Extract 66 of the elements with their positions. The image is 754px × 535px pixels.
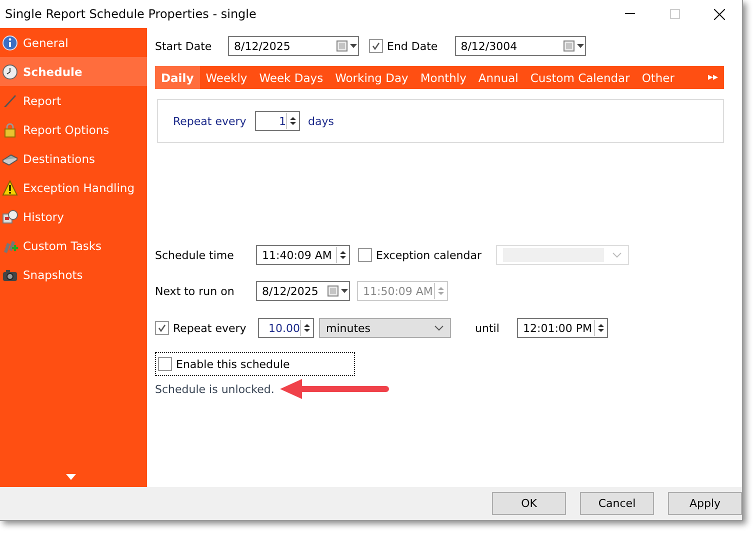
- enable-schedule-checkbox[interactable]: Enable this schedule: [155, 352, 355, 376]
- spinner-arrows-icon[interactable]: [286, 113, 299, 129]
- sidebar-item[interactable]: Report: [0, 86, 147, 115]
- scroll-down-icon[interactable]: [66, 474, 76, 480]
- sidebar-item[interactable]: Exception Handling: [0, 173, 147, 202]
- calendar-dropdown-icon[interactable]: [327, 285, 349, 297]
- checkbox[interactable]: [369, 39, 383, 53]
- spinner-arrows-icon[interactable]: [594, 320, 607, 336]
- repeat-every-label: Repeat every: [173, 114, 248, 128]
- sidebar-item[interactable]: Report Options: [0, 115, 147, 144]
- repeat-interval-spinner[interactable]: 10.00: [258, 318, 314, 338]
- chevron-down-icon[interactable]: [434, 325, 444, 331]
- close-icon[interactable]: [714, 8, 725, 20]
- checkbox[interactable]: [155, 321, 169, 335]
- until-time-spinner[interactable]: 12:01:00 PM: [517, 318, 608, 338]
- calendar-dropdown-icon[interactable]: [562, 40, 585, 52]
- interval-unit-dropdown[interactable]: minutes: [319, 318, 451, 338]
- window-title: Single Report Schedule Properties - single: [5, 7, 258, 21]
- schedule-time-spinner[interactable]: 11:40:09 AM: [256, 245, 350, 265]
- sidebar-item[interactable]: Snapshots: [0, 260, 147, 289]
- schedule-time-label: Schedule time: [155, 248, 235, 262]
- status-text: Schedule is unlocked.: [155, 383, 274, 396]
- checkbox[interactable]: [158, 357, 172, 371]
- dialog-button[interactable]: Cancel: [580, 492, 654, 515]
- start-date-field[interactable]: 8/12/2025: [228, 36, 359, 56]
- tab[interactable]: Daily: [155, 66, 200, 89]
- warning-icon: [2, 180, 18, 196]
- more-tabs-button[interactable]: ▸▸: [708, 66, 724, 89]
- tab[interactable]: Week Days: [253, 66, 330, 89]
- sidebar-item[interactable]: Custom Tasks: [0, 231, 147, 260]
- repeat-every-label: Repeat every: [173, 322, 248, 334]
- end-date-label: End Date: [387, 40, 438, 52]
- checkbox[interactable]: [358, 248, 372, 262]
- enable-schedule-label: Enable this schedule: [176, 358, 290, 370]
- clock-icon: [2, 64, 18, 80]
- check-icon: [157, 323, 167, 333]
- tab[interactable]: Annual: [472, 66, 524, 89]
- sidebar-item[interactable]: Schedule: [0, 57, 147, 86]
- exception-calendar-label: Exception calendar: [376, 248, 482, 262]
- tab[interactable]: Other: [636, 66, 680, 89]
- next-run-label: Next to run on: [155, 284, 236, 298]
- days-label: days: [308, 114, 334, 128]
- tab[interactable]: Custom Calendar: [524, 66, 636, 89]
- start-date-label: Start Date: [155, 40, 213, 52]
- dialog-button[interactable]: Apply: [668, 492, 742, 515]
- history-icon: [2, 208, 18, 224]
- sidebar-item[interactable]: Destinations: [0, 144, 147, 173]
- end-date-field[interactable]: 8/12/3004: [454, 36, 586, 56]
- tab[interactable]: Monthly: [414, 66, 472, 89]
- tab[interactable]: Working Day: [329, 66, 414, 89]
- next-run-date-field[interactable]: 8/12/2025: [256, 281, 350, 301]
- dialog-button[interactable]: OK: [492, 492, 566, 515]
- next-run-time-spinner[interactable]: 11:50:09 AM: [357, 281, 448, 301]
- spinner-arrows-icon[interactable]: [336, 247, 349, 263]
- pen-icon: [2, 92, 18, 108]
- minimize-icon[interactable]: [624, 13, 634, 15]
- sidebar-item[interactable]: General: [0, 28, 147, 57]
- repeat-days-spinner[interactable]: 1: [255, 111, 300, 131]
- until-label: until: [475, 322, 500, 334]
- check-icon: [371, 41, 381, 51]
- calendar-dropdown-icon[interactable]: [336, 40, 358, 52]
- sidebar-item[interactable]: History: [0, 202, 147, 231]
- spinner-arrows-icon[interactable]: [300, 320, 313, 336]
- info-icon: [2, 34, 18, 50]
- tab[interactable]: Weekly: [200, 66, 254, 89]
- lock-icon: [2, 122, 18, 138]
